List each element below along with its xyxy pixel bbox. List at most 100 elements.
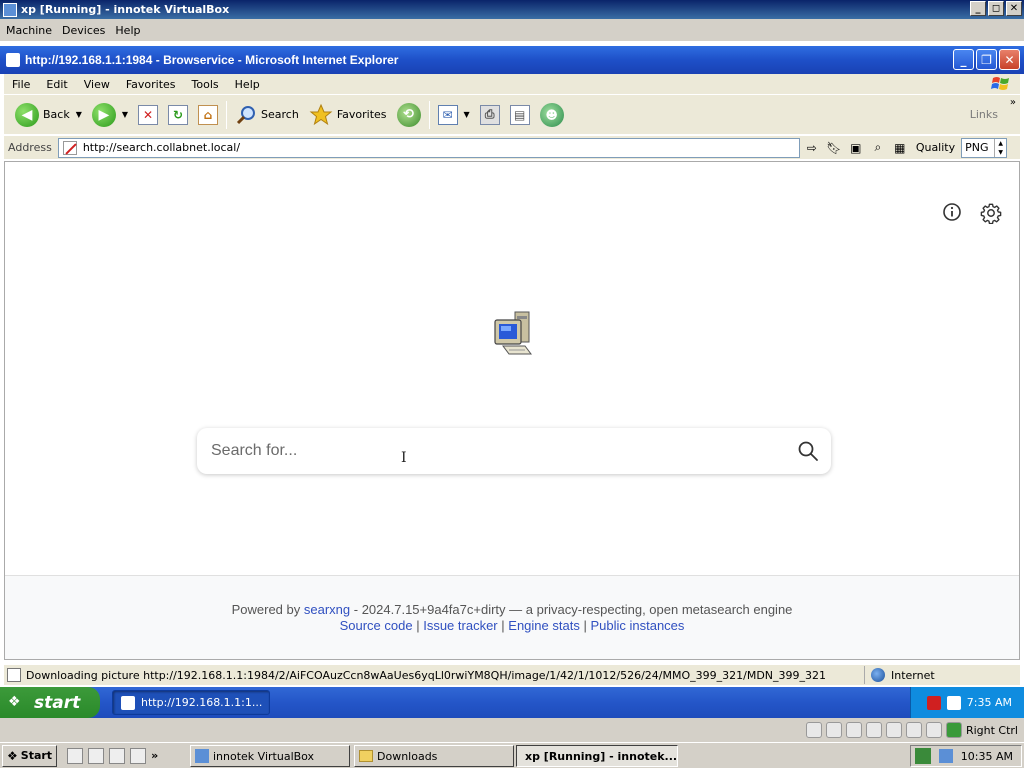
host-task-label: Downloads [377,749,438,763]
bookmark-icon[interactable]: 🔖︎ [826,140,842,156]
virtualbox-menu-help[interactable]: Help [115,24,140,37]
home-button[interactable]: ⌂ [193,100,223,130]
quality-spinner-icon[interactable]: ▲ ▼ [994,138,1006,157]
text-cursor-icon: I [401,450,407,466]
page-blocked-icon [62,140,77,155]
home-icon: ⌂ [198,104,219,125]
quick-launch-chevron-icon[interactable]: » [151,749,158,762]
search-placeholder: Search for... [211,442,298,459]
security-shield-icon[interactable] [926,695,941,710]
host-key-icon [945,722,962,738]
virtualbox-restore-button[interactable]: ◻ [988,1,1004,16]
settings-gear-icon[interactable] [980,202,1002,224]
ie-minimize-button[interactable]: _ [953,49,974,70]
tray-vbox-icon[interactable] [938,749,953,763]
virtualbox-titlebar: xp [Running] - innotek VirtualBox _ ◻ ✕ [0,0,1024,19]
search-input[interactable]: Search for... [197,428,831,474]
searxng-link[interactable]: searxng [304,602,350,617]
cdrom-icon[interactable] [825,722,842,738]
quick-launch: » [67,747,158,764]
ie-restore-button[interactable]: ❐ [976,49,997,70]
version-text: - 2024.7.15+9a4fa7c+dirty — a privacy-re… [353,602,793,617]
favorites-button[interactable]: Favorites [304,100,392,130]
quality-label: Quality [915,141,956,154]
print-button[interactable]: ⎙ [475,100,505,130]
host-key-label: Right Ctrl [965,723,1018,737]
forward-button[interactable]: ▶ ▼ [87,100,133,130]
source-code-link[interactable]: Source code [340,618,413,633]
host-task-xp-running[interactable]: xp [Running] - innotek... [516,745,678,767]
status-page-icon [7,668,21,682]
mail-icon: ✉ [437,104,458,125]
toolbar-chevron-icon[interactable]: » [1010,97,1016,108]
issue-tracker-link[interactable]: Issue tracker [423,618,497,633]
host-task-label: xp [Running] - innotek... [525,749,678,763]
edit-icon: ▤ [509,104,530,125]
footer-separator: | [416,618,420,633]
ie-toolbar: ◀ Back ▼ ▶ ▼ ✕ ↻ ⌂ Search Favorites ⟲ ✉ … [4,94,1020,134]
ie-menubar: File Edit View Favorites Tools Help [4,74,1020,94]
links-label[interactable]: Links [970,108,998,121]
floppy-icon[interactable] [845,722,862,738]
virtualbox-menu-devices[interactable]: Devices [62,24,105,37]
guest-clock: 7:35 AM [966,696,1012,709]
shared-folders-icon[interactable] [905,722,922,738]
save-icon[interactable]: ▣ [848,140,864,156]
history-button[interactable]: ⟲ [392,100,426,130]
messenger-button[interactable]: ☻ [535,100,569,130]
quality-select[interactable]: PNG ▲ ▼ [961,137,1008,158]
edit-button[interactable]: ▤ [505,100,535,130]
network-adapter-icon[interactable] [865,722,882,738]
engine-stats-link[interactable]: Engine stats [508,618,580,633]
ie-window-controls: _ ❐ ✕ [953,49,1020,70]
zone-label: Internet [891,668,935,682]
ie-close-button[interactable]: ✕ [999,49,1020,70]
network-icon[interactable] [946,695,961,710]
mail-dropdown-icon[interactable]: ▼ [464,110,470,119]
info-icon[interactable] [942,202,962,222]
refresh-button[interactable]: ↻ [163,100,193,130]
menu-file[interactable]: File [4,78,38,91]
menu-help[interactable]: Help [227,78,268,91]
mouse-integration-icon[interactable] [925,722,942,738]
hard-disk-icon[interactable] [805,722,822,738]
host-task-virtualbox[interactable]: innotek VirtualBox [190,745,350,767]
back-label: Back [43,108,70,121]
favorites-star-icon [309,103,333,125]
usb-icon[interactable] [885,722,902,738]
public-instances-link[interactable]: Public instances [590,618,684,633]
guest-task-ie[interactable]: http://192.168.1.1:1... [112,690,270,715]
stop-button[interactable]: ✕ [133,100,163,130]
footer-separator: | [583,618,587,633]
address-input[interactable]: http://search.collabnet.local/ [57,137,800,158]
search-button[interactable]: Search [230,100,304,130]
back-button[interactable]: ◀ Back ▼ [10,100,87,130]
quick-launch-ie-icon[interactable] [88,747,105,764]
back-dropdown-icon[interactable]: ▼ [76,110,82,119]
host-task-downloads[interactable]: Downloads [354,745,514,767]
virtualbox-minimize-button[interactable]: _ [970,1,986,16]
search-label: Search [261,108,299,121]
virtualbox-close-button[interactable]: ✕ [1006,1,1022,16]
tray-network-icon[interactable] [914,748,931,764]
menu-favorites[interactable]: Favorites [118,78,184,91]
forward-dropdown-icon[interactable]: ▼ [122,110,128,119]
menu-view[interactable]: View [76,78,118,91]
favorites-label: Favorites [336,108,387,121]
menu-edit[interactable]: Edit [38,78,75,91]
search-magnifier-icon[interactable] [797,440,819,462]
mail-button[interactable]: ✉ ▼ [433,100,475,130]
virtualbox-title: xp [Running] - innotek VirtualBox [21,3,230,16]
menu-tools[interactable]: Tools [184,78,227,91]
virtualbox-menu-machine[interactable]: Machine [6,24,52,37]
virtualbox-window-controls: _ ◻ ✕ [970,1,1022,16]
host-start-button[interactable]: ❖ Start [2,744,58,767]
quick-launch-desktop-icon[interactable] [67,747,84,764]
go-arrow-icon[interactable]: ⇨ [804,140,820,156]
guest-start-button[interactable]: ❖ start [0,687,100,718]
quick-launch-search-icon[interactable] [130,747,147,764]
find-icon[interactable]: ⌕ [870,140,886,156]
clipboard-icon[interactable]: ▦ [892,140,908,156]
quick-launch-network-icon[interactable] [109,747,126,764]
page-content: Search for... I Powered by searxng - 202… [4,161,1020,660]
